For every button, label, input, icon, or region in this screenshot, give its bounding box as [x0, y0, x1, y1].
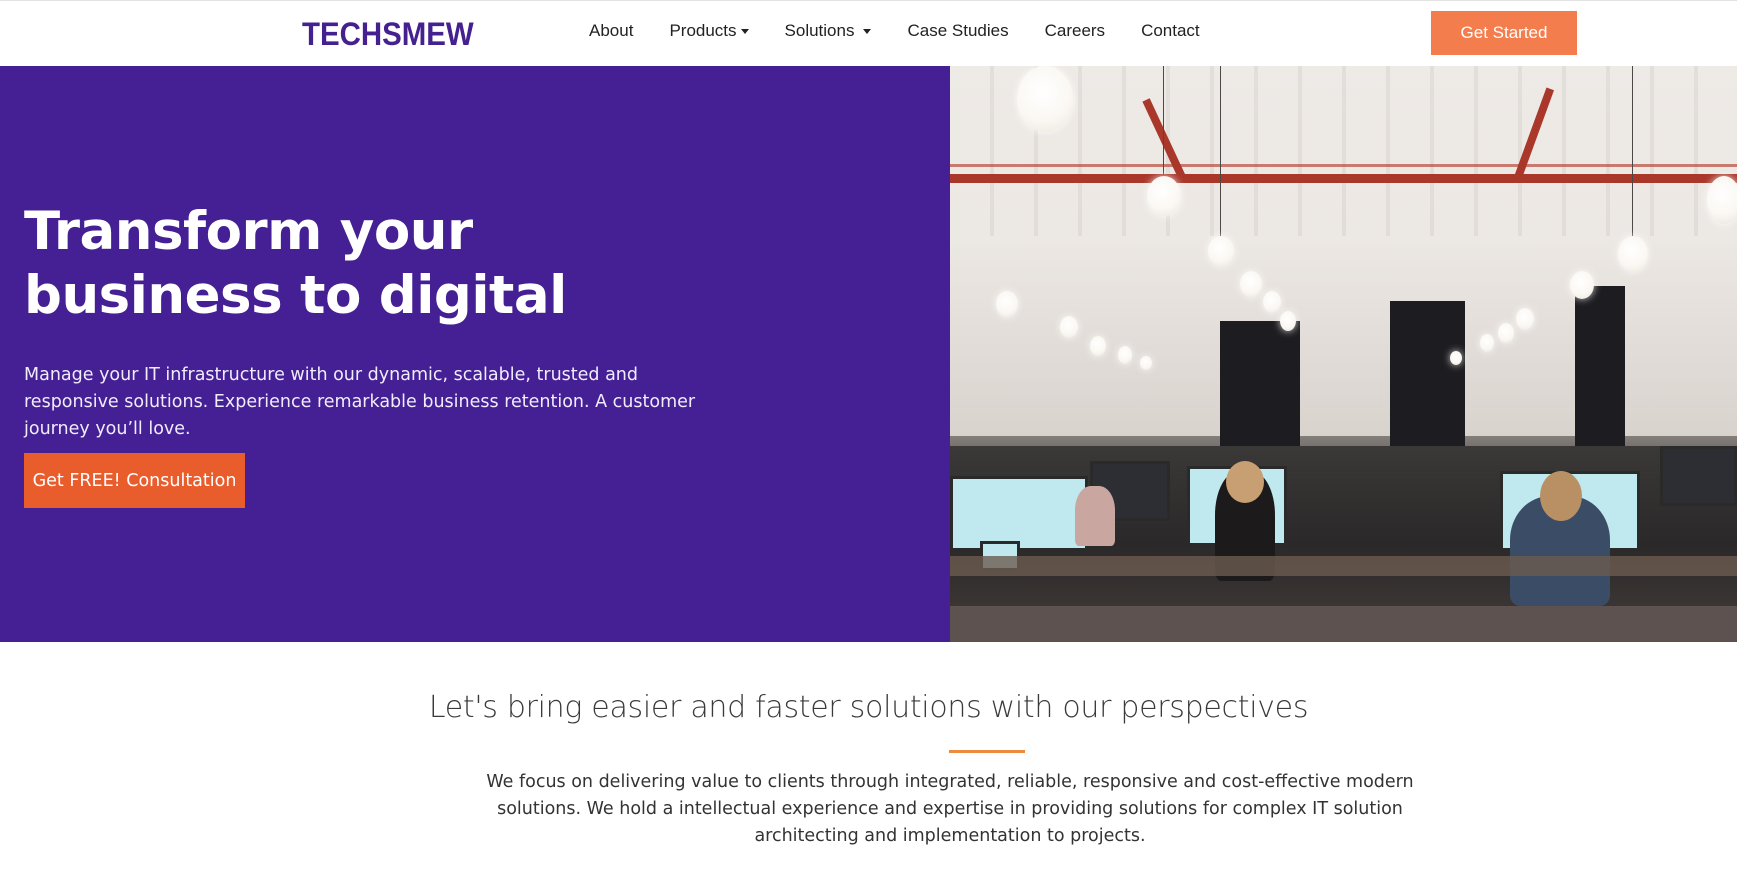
light-bulb-icon [1017, 66, 1073, 132]
hero-panel: Transform your business to digital Manag… [0, 66, 950, 642]
light-bulb-icon [1140, 356, 1152, 370]
cord [1163, 66, 1164, 176]
light-bulb-icon [1498, 323, 1514, 343]
nav-item-careers-label: Careers [1044, 21, 1106, 40]
light-bulb-icon [1263, 291, 1281, 313]
nav-item-solutions[interactable]: Solutions [785, 21, 872, 41]
nav-item-case-studies[interactable]: Case Studies [907, 21, 1008, 41]
hero-section: Transform your business to digital Manag… [0, 66, 1737, 642]
light-bulb-icon [1208, 236, 1234, 266]
window [1390, 301, 1465, 451]
cord [1632, 66, 1633, 236]
logo-text: TECHSMEW [302, 16, 474, 52]
light-bulb-icon [1280, 311, 1296, 331]
nav-item-contact-label: Contact [1141, 21, 1200, 40]
main-nav: About Products Solutions Case Studies Ca… [589, 21, 1236, 41]
ceiling-pipe [950, 164, 1737, 167]
person-head [1540, 471, 1582, 521]
caret-down-icon [863, 28, 872, 34]
light-bulb-icon [1707, 176, 1737, 224]
monitor [950, 476, 1088, 551]
light-bulb-icon [1480, 334, 1494, 352]
brand-logo[interactable]: TECHSMEW [302, 16, 474, 53]
light-bulb-icon [1516, 308, 1534, 330]
section-title: Let's bring easier and faster solutions … [428, 690, 1309, 725]
light-bulb-icon [1118, 346, 1132, 364]
floor [950, 606, 1737, 642]
light-bulb-icon [1240, 271, 1262, 297]
light-bulb-icon [996, 291, 1018, 317]
section-description: We focus on delivering value to clients … [486, 772, 1414, 846]
hero-office-image [950, 66, 1737, 642]
ceiling-pipe [950, 174, 1737, 183]
light-bulb-icon [1090, 336, 1106, 356]
title-divider [949, 750, 1025, 753]
monitor [1660, 446, 1737, 506]
window [1220, 321, 1300, 451]
hero-title: Transform your business to digital [24, 201, 567, 326]
nav-item-about-label: About [589, 21, 634, 40]
get-started-button[interactable]: Get Started [1431, 11, 1577, 55]
window [1575, 286, 1625, 451]
person-head [1226, 461, 1264, 503]
nav-item-products[interactable]: Products [669, 21, 749, 41]
light-bulb-icon [1450, 351, 1462, 365]
light-bulb-icon [1618, 236, 1648, 272]
hero-subtitle: Manage your IT infrastructure with our d… [24, 365, 696, 439]
nav-item-careers[interactable]: Careers [1045, 21, 1105, 41]
nav-item-products-label: Products [669, 21, 737, 40]
person [1075, 486, 1115, 546]
free-consultation-button[interactable]: Get FREE! Consultation [24, 453, 245, 508]
nav-item-solutions-label: Solutions [784, 21, 855, 40]
cord [1220, 66, 1221, 236]
caret-down-icon [740, 28, 749, 34]
light-bulb-icon [1060, 316, 1078, 338]
nav-item-case-studies-label: Case Studies [907, 21, 1009, 40]
nav-item-contact[interactable]: Contact [1141, 21, 1200, 41]
desk [950, 556, 1737, 576]
nav-item-about[interactable]: About [589, 21, 633, 41]
light-bulb-icon [1147, 176, 1181, 216]
top-navbar: TECHSMEW About Products Solutions Case S… [0, 0, 1737, 66]
light-bulb-icon [1570, 271, 1594, 299]
